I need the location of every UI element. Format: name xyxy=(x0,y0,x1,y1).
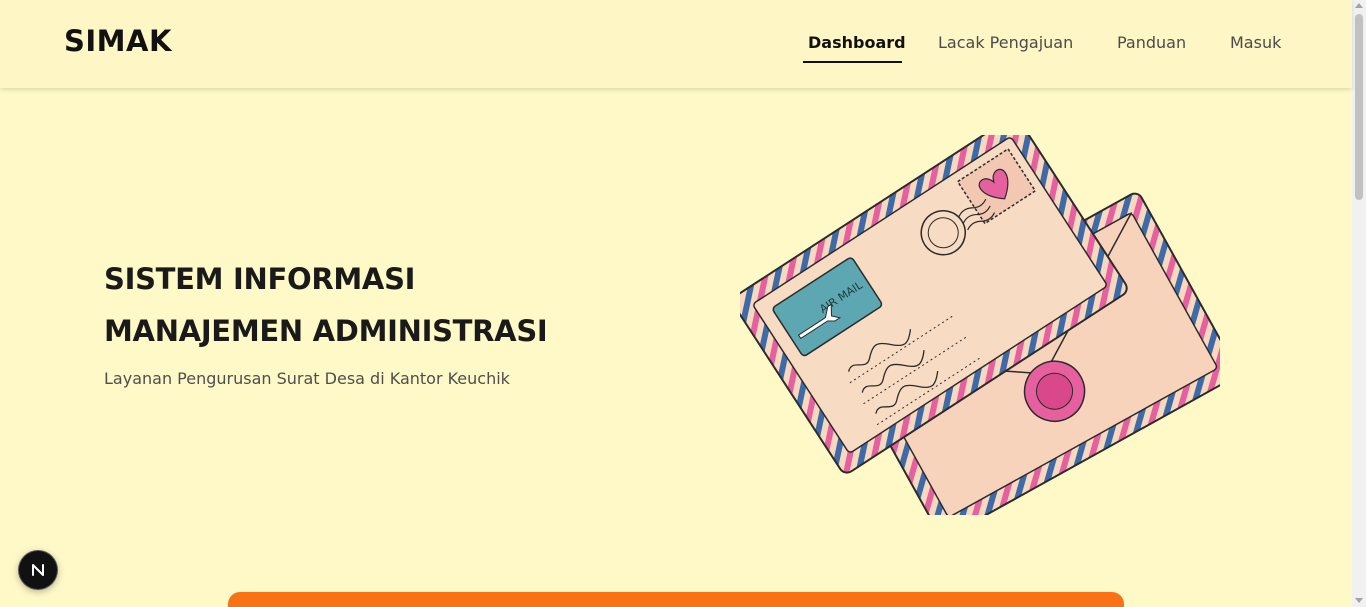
brand-logo[interactable]: SIMAK xyxy=(64,24,172,58)
hero-title-line1: SISTEM INFORMASI xyxy=(104,262,416,296)
hero-subtitle: Layanan Pengurusan Surat Desa di Kantor … xyxy=(104,369,510,388)
nav-active-underline xyxy=(803,61,902,63)
scrollbar-thumb[interactable] xyxy=(1355,14,1363,200)
air-mail-envelope-icon: AIR MAIL xyxy=(740,135,1220,515)
scroll-down-arrow-icon[interactable] xyxy=(1355,598,1363,603)
top-navbar: SIMAK Dashboard Lacak Pengajuan Panduan … xyxy=(0,0,1352,88)
orange-card-top xyxy=(228,592,1124,607)
scroll-up-arrow-icon[interactable] xyxy=(1355,3,1363,8)
nav-panduan[interactable]: Panduan xyxy=(1117,33,1186,52)
nav-dashboard[interactable]: Dashboard xyxy=(808,33,906,52)
nextjs-n-icon xyxy=(32,564,44,576)
nav-masuk[interactable]: Masuk xyxy=(1230,33,1281,52)
nav-lacak-pengajuan[interactable]: Lacak Pengajuan xyxy=(938,33,1073,52)
nextjs-dev-badge[interactable] xyxy=(19,551,57,589)
hero-title-line2: MANAJEMEN ADMINISTRASI xyxy=(104,314,548,348)
